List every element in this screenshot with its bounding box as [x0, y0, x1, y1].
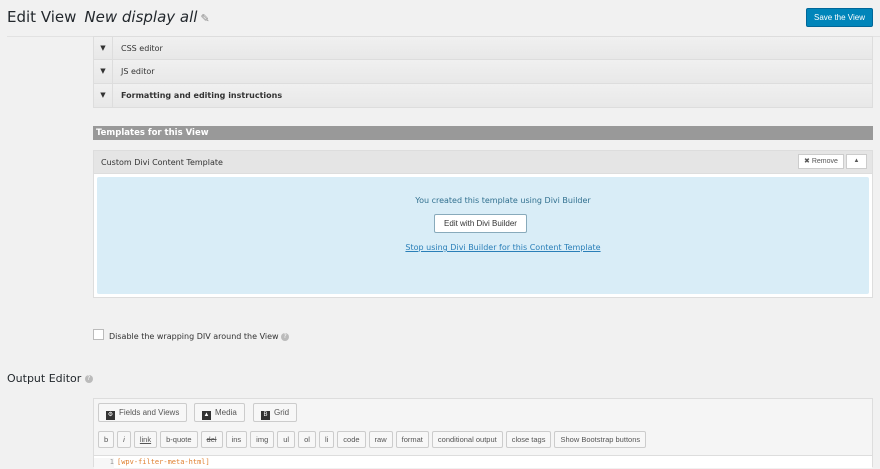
disable-wrapping-checkbox[interactable]	[93, 329, 104, 340]
qt-li[interactable]: li	[318, 431, 335, 448]
qt-img[interactable]: img	[250, 431, 275, 448]
grid-button[interactable]: B Grid	[253, 403, 298, 422]
remove-button[interactable]: ✖ Remove	[798, 154, 844, 169]
templates-section-title: Templates for this View	[93, 126, 873, 140]
qt-ins[interactable]: ins	[225, 431, 248, 448]
collapse-button[interactable]: ▲	[846, 154, 867, 169]
qt-show-bootstrap[interactable]: Show Bootstrap buttons	[554, 431, 647, 448]
template-header: Custom Divi Content Template ✖ Remove ▲	[94, 151, 872, 174]
toolset-icon: ⚙	[106, 411, 115, 420]
line-number: 1	[94, 458, 114, 469]
help-icon[interactable]: ?	[281, 332, 290, 341]
accordion-label: JS editor	[121, 67, 155, 76]
button-label: Media	[215, 408, 237, 417]
qt-ol[interactable]: ol	[298, 431, 316, 448]
qt-bquote[interactable]: b-quote	[160, 431, 198, 448]
code-line[interactable]: [wpv-filter-meta-html]	[117, 458, 210, 466]
accordion-label: CSS editor	[121, 44, 163, 53]
fields-and-views-button[interactable]: ⚙ Fields and Views	[98, 403, 188, 422]
image-icon: ▲	[202, 411, 211, 420]
template-panel: Custom Divi Content Template ✖ Remove ▲ …	[93, 150, 873, 298]
template-name: Custom Divi Content Template	[101, 158, 223, 167]
media-button[interactable]: ▲ Media	[194, 403, 245, 422]
save-view-button[interactable]: Save the View	[806, 8, 873, 27]
accordion-formatting-instructions[interactable]: ▼ Formatting and editing instructions	[93, 84, 873, 108]
caret-down-icon: ▼	[94, 37, 113, 60]
qt-del[interactable]: del	[200, 431, 223, 448]
qt-close-tags[interactable]: close tags	[505, 431, 552, 448]
stop-divi-link[interactable]: Stop using Divi Builder for this Content…	[137, 243, 869, 252]
qt-i[interactable]: i	[117, 431, 131, 448]
accordion-label: Formatting and editing instructions	[121, 91, 283, 100]
output-editor-title: Output Editor ?	[7, 372, 93, 385]
qt-format[interactable]: format	[395, 431, 429, 448]
qt-link[interactable]: link	[133, 431, 158, 448]
title-text: Output Editor	[7, 372, 82, 385]
view-name[interactable]: New display all	[84, 8, 197, 26]
caret-down-icon: ▼	[94, 84, 113, 107]
qt-code[interactable]: code	[337, 431, 366, 448]
caret-up-icon: ▲	[853, 158, 860, 164]
pencil-icon[interactable]: ✎	[200, 12, 209, 25]
divi-message: You created this template using Divi Bui…	[415, 196, 591, 205]
edit-with-divi-button[interactable]: Edit with Divi Builder	[434, 214, 527, 233]
accordion-css-editor[interactable]: ▼ CSS editor	[93, 36, 873, 60]
qt-raw[interactable]: raw	[368, 431, 393, 448]
close-icon: ✖	[804, 158, 812, 165]
output-editor: ⚙ Fields and Views ▲ Media B Grid b i link …	[93, 398, 873, 469]
label-text: Disable the wrapping DIV around the View	[109, 332, 279, 341]
page-title: Edit View New display all ✎	[7, 8, 210, 26]
divi-notice: You created this template using Divi Bui…	[97, 177, 869, 294]
title-text: Edit View	[7, 8, 77, 26]
caret-down-icon: ▼	[94, 60, 113, 83]
button-label: Fields and Views	[119, 408, 180, 417]
help-icon[interactable]: ?	[84, 375, 93, 383]
remove-label: Remove	[811, 158, 838, 165]
disable-wrapping-label: Disable the wrapping DIV around the View…	[109, 332, 290, 341]
qt-conditional-output[interactable]: conditional output	[431, 431, 503, 448]
button-label: Grid	[274, 408, 290, 417]
qt-b[interactable]: b	[98, 431, 115, 448]
quicktags-toolbar: b i link b-quote del ins img ul ol li co…	[98, 431, 647, 448]
accordion-js-editor[interactable]: ▼ JS editor	[93, 60, 873, 84]
code-editor[interactable]: 1 [wpv-filter-meta-html]	[94, 455, 872, 469]
bootstrap-icon: B	[261, 411, 270, 420]
qt-ul[interactable]: ul	[277, 431, 296, 448]
